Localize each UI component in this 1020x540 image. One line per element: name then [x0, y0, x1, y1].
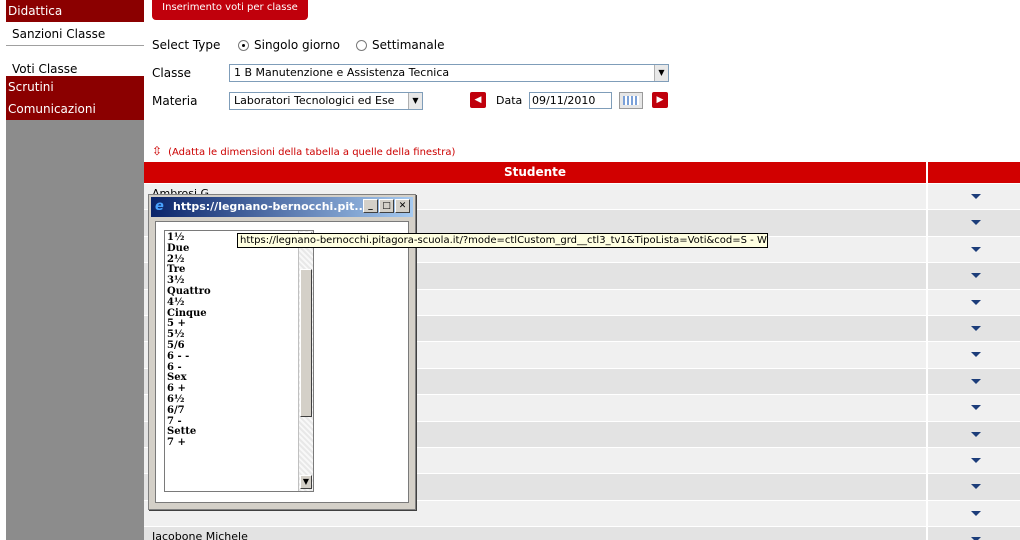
grade-option[interactable]: 6½: [167, 394, 297, 406]
radio-single-day-label: Singolo giorno: [254, 38, 340, 52]
grade-listbox[interactable]: 1½ Due 2½ Tre 3½ Quattro 4½ Cinque 5 +5½ 5/6 6 - -…: [164, 230, 314, 492]
grade-option[interactable]: 5 +: [167, 319, 297, 330]
dropdown-caret-icon[interactable]: [971, 405, 981, 411]
sidebar-item-voti-classe[interactable]: Voti Classe: [6, 57, 144, 76]
grade-cell[interactable]: [928, 342, 1020, 368]
dropdown-caret-icon[interactable]: [971, 457, 981, 463]
grade-option[interactable]: 2½: [167, 254, 297, 266]
app-root: Didattica Sanzioni Classe Voti Classe Sc…: [0, 0, 1020, 540]
grade-column-header: [928, 162, 1020, 183]
grade-cell[interactable]: [928, 236, 1020, 263]
adapt-table-text: (Adatta le dimensioni della tabella a qu…: [168, 147, 456, 158]
grade-option[interactable]: 6 +: [167, 383, 297, 395]
sidebar-category-scrutini[interactable]: Scrutini: [6, 76, 144, 98]
grade-option[interactable]: Quattro: [167, 286, 297, 298]
grade-option[interactable]: Sette: [167, 427, 297, 438]
materia-select[interactable]: Laboratori Tecnologici ed Ese ▼: [229, 92, 423, 110]
sidebar-spacer: [6, 46, 144, 57]
date-input[interactable]: 09/11/2010: [529, 92, 612, 109]
radio-single-day[interactable]: [238, 40, 249, 51]
grade-option[interactable]: Cinque: [167, 308, 297, 320]
grade-cell[interactable]: [928, 421, 1020, 447]
grade-cell[interactable]: [928, 184, 1020, 210]
chevron-down-icon: ▼: [654, 65, 668, 81]
grade-cell[interactable]: [928, 263, 1020, 289]
grade-option[interactable]: 4½: [167, 297, 297, 309]
dropdown-caret-icon[interactable]: [971, 299, 981, 305]
dropdown-caret-icon[interactable]: [971, 273, 981, 279]
radio-weekly[interactable]: [356, 40, 367, 51]
sidebar-category-comunicazioni[interactable]: Comunicazioni: [6, 98, 144, 120]
dropdown-caret-icon[interactable]: [971, 220, 981, 226]
grade-option[interactable]: 7 +: [167, 437, 297, 449]
dropdown-caret-icon[interactable]: [971, 484, 981, 490]
grade-cell[interactable]: [928, 500, 1020, 527]
prev-date-button[interactable]: ◀: [470, 92, 486, 108]
grade-cell[interactable]: [928, 527, 1020, 540]
window-title: https://legnano-bernocchi.pit...: [173, 200, 367, 213]
url-tooltip: https://legnano-bernocchi.pitagora-scuol…: [237, 233, 768, 248]
grade-option[interactable]: 6/7: [167, 405, 297, 417]
student-column-header: Studente: [144, 162, 926, 183]
dropdown-caret-icon[interactable]: [971, 378, 981, 384]
table-row: Iacobone Michele: [144, 527, 1020, 540]
resize-icon: ⇳: [152, 144, 163, 158]
grade-cell[interactable]: [928, 447, 1020, 474]
dropdown-caret-icon[interactable]: [971, 325, 981, 331]
calendar-icon[interactable]: [619, 92, 643, 109]
grade-cell[interactable]: [928, 210, 1020, 236]
grade-cell[interactable]: [928, 315, 1020, 342]
dropdown-caret-icon[interactable]: [971, 431, 981, 437]
grade-option[interactable]: 6 - -: [167, 351, 297, 363]
materia-select-value: Laboratori Tecnologici ed Ese: [234, 94, 395, 107]
grade-cell[interactable]: [928, 289, 1020, 315]
grade-cell[interactable]: [928, 368, 1020, 395]
grade-option[interactable]: Tre: [167, 265, 297, 276]
classe-select-value: 1 B Manutenzione e Assistenza Tecnica: [234, 66, 450, 79]
chevron-down-icon: ▼: [408, 93, 422, 109]
student-name-cell: Iacobone Michele: [144, 527, 926, 540]
minimize-icon[interactable]: _: [363, 199, 378, 213]
classe-select[interactable]: 1 B Manutenzione e Assistenza Tecnica ▼: [229, 64, 669, 82]
close-icon[interactable]: ✕: [395, 199, 410, 213]
materia-label: Materia: [152, 94, 198, 108]
maximize-icon[interactable]: □: [379, 199, 394, 213]
sidebar-category-didattica[interactable]: Didattica: [6, 0, 144, 22]
next-date-button[interactable]: ▶: [652, 92, 668, 108]
scroll-down-icon[interactable]: ▼: [300, 475, 312, 489]
adapt-table-link[interactable]: ⇳ (Adatta le dimensioni della tabella a q…: [152, 144, 455, 158]
listbox-scrollbar[interactable]: ▲ ▼: [298, 231, 313, 491]
window-body: 1½ Due 2½ Tre 3½ Quattro 4½ Cinque 5 +5½ 5/6 6 - -…: [155, 221, 409, 503]
scroll-thumb[interactable]: [300, 269, 312, 417]
classe-label: Classe: [152, 66, 191, 80]
browser-icon: e: [155, 199, 164, 214]
dropdown-caret-icon[interactable]: [971, 246, 981, 252]
insert-grades-button[interactable]: Inserimento voti per classe: [152, 0, 308, 20]
sidebar-item-sanzioni-classe[interactable]: Sanzioni Classe: [6, 22, 144, 46]
sidebar: Didattica Sanzioni Classe Voti Classe Sc…: [6, 0, 144, 540]
dropdown-caret-icon[interactable]: [971, 510, 981, 516]
grade-list: 1½ Due 2½ Tre 3½ Quattro 4½ Cinque 5 +5½ 5/6 6 - -…: [167, 232, 297, 449]
grade-cell[interactable]: [928, 474, 1020, 500]
radio-weekly-label: Settimanale: [372, 38, 445, 52]
dropdown-caret-icon[interactable]: [971, 352, 981, 358]
grade-cell[interactable]: [928, 395, 1020, 421]
dropdown-caret-icon[interactable]: [971, 194, 981, 199]
grade-option[interactable]: 5½: [167, 329, 297, 341]
data-label: Data: [496, 94, 523, 107]
select-type-label: Select Type: [152, 38, 221, 52]
grade-option[interactable]: Sex: [167, 373, 297, 384]
